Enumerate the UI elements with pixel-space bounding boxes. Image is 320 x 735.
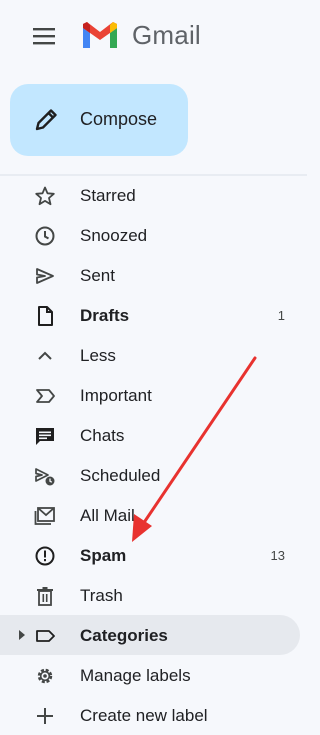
sidebar-item-label: Chats xyxy=(80,426,125,445)
chat-icon xyxy=(36,428,54,445)
sidebar-item-manage-labels[interactable]: Manage labels xyxy=(0,655,300,695)
sidebar-item-less[interactable]: Less xyxy=(0,335,300,375)
important-icon xyxy=(36,389,55,403)
sidebar-item-label: Sent xyxy=(80,266,115,285)
sidebar-item-chats[interactable]: Chats xyxy=(0,415,300,455)
label-icon xyxy=(36,630,55,642)
sidebar-item-important[interactable]: Important xyxy=(0,375,300,415)
sidebar-item-label: Create new label xyxy=(80,706,208,725)
gear-icon xyxy=(37,668,53,684)
sidebar-item-drafts[interactable]: Drafts 1 xyxy=(0,295,300,335)
gmail-logo-icon[interactable] xyxy=(80,20,120,50)
sidebar-item-label: Manage labels xyxy=(80,666,191,685)
pencil-icon xyxy=(35,109,57,131)
trash-icon xyxy=(37,587,53,606)
compose-button[interactable]: Compose xyxy=(10,84,188,156)
unread-count: 13 xyxy=(270,548,285,563)
sidebar-item-all-mail[interactable]: All Mail xyxy=(0,495,300,535)
chevron-up-icon xyxy=(38,351,52,360)
sidebar-item-label: Scheduled xyxy=(80,466,161,485)
unread-count: 1 xyxy=(277,308,285,323)
sidebar-item-label: Trash xyxy=(80,586,123,605)
sidebar-item-trash[interactable]: Trash xyxy=(0,575,300,615)
clock-icon xyxy=(35,226,55,246)
sidebar-item-label: Snoozed xyxy=(80,226,148,245)
sidebar-item-label: Less xyxy=(80,346,116,365)
hamburger-menu-icon[interactable] xyxy=(30,22,58,50)
sidebar-item-label: Categories xyxy=(80,626,168,645)
sidebar-item-label: Important xyxy=(80,386,152,405)
expand-arrow-icon[interactable] xyxy=(18,630,26,640)
spam-icon xyxy=(35,546,55,566)
all-mail-icon xyxy=(34,507,55,525)
brand-name: Gmail xyxy=(132,20,201,50)
scheduled-icon xyxy=(35,468,55,486)
sidebar-item-label: Spam xyxy=(80,546,127,565)
sidebar-item-snoozed[interactable]: Snoozed xyxy=(0,215,300,255)
sidebar-item-scheduled[interactable]: Scheduled xyxy=(0,455,300,495)
sidebar-item-categories[interactable]: Categories xyxy=(0,615,300,655)
star-icon xyxy=(35,186,55,206)
sidebar-item-label: Drafts xyxy=(80,306,130,325)
sidebar-item-label: All Mail xyxy=(80,506,135,525)
sidebar-item-spam[interactable]: Spam 13 xyxy=(0,535,300,575)
sidebar-nav: Starred Snoozed Sent Drafts 1 Less Impor… xyxy=(0,175,307,735)
sidebar-item-sent[interactable]: Sent xyxy=(0,255,300,295)
draft-icon xyxy=(38,306,53,326)
sidebar-item-create-label[interactable]: Create new label xyxy=(0,695,300,735)
compose-label: Compose xyxy=(80,109,158,129)
top-bar: Gmail xyxy=(0,0,307,72)
plus-icon xyxy=(37,708,53,724)
sidebar-item-starred[interactable]: Starred xyxy=(0,175,300,215)
send-icon xyxy=(36,268,54,284)
sidebar-item-label: Starred xyxy=(80,186,136,205)
